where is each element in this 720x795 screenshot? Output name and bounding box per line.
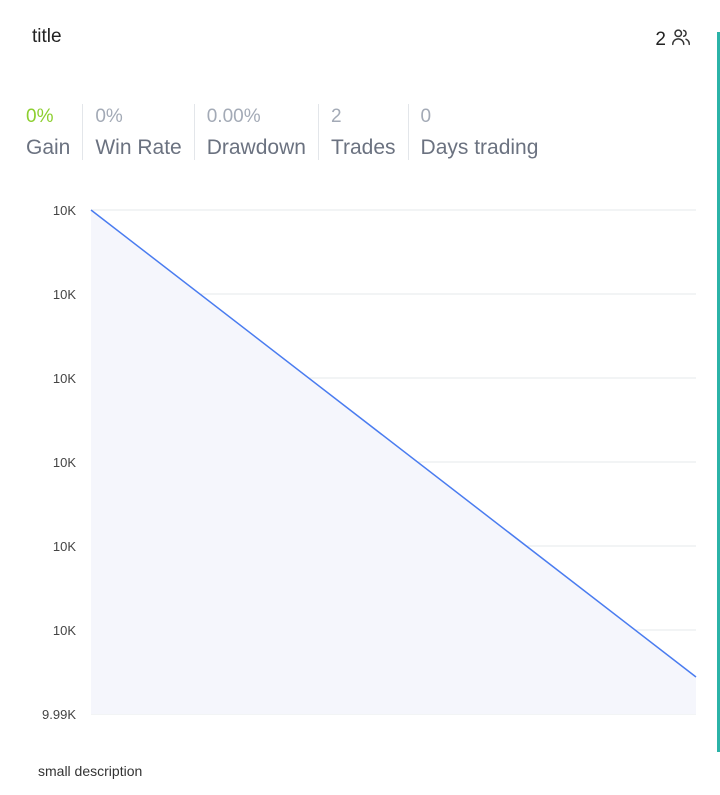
stat-label: Gain: [26, 136, 71, 159]
stat-value: 0: [420, 106, 432, 127]
y-tick-label: 10K: [53, 539, 76, 554]
y-tick-label: 9.99K: [42, 707, 76, 722]
stat-trades: 2 Trades: [317, 104, 408, 160]
equity-chart-svg: 10K 10K 10K 10K 10K 10K 9.99K: [42, 203, 697, 722]
y-tick-label: 10K: [53, 623, 76, 638]
stats-row: 0% Gain 0% Win Rate 0.00% Drawdown 2 Tra…: [26, 104, 550, 160]
stat-label: Trades: [330, 136, 396, 159]
stat-label: Days trading: [420, 136, 539, 159]
stat-label: Drawdown: [206, 136, 306, 159]
card-description: small description: [38, 763, 143, 779]
equity-chart: 10K 10K 10K 10K 10K 10K 9.99K: [0, 190, 716, 730]
stat-value: 0.00%: [206, 106, 261, 127]
y-tick-label: 10K: [53, 371, 76, 386]
users-icon: [670, 26, 692, 54]
y-tick-label: 10K: [53, 203, 76, 218]
y-tick-label: 10K: [53, 455, 76, 470]
stat-win-rate: 0% Win Rate: [82, 104, 193, 160]
stat-gain: 0% Gain: [26, 104, 82, 160]
card-title: title: [32, 26, 62, 47]
stat-days-trading: 0 Days trading: [407, 104, 551, 160]
member-count-value: 2: [655, 29, 666, 50]
member-count[interactable]: 2: [655, 26, 692, 54]
account-card: title 2 0% Gain 0% Win Rate 0.00% Drawdo: [0, 0, 716, 795]
stat-value: 2: [330, 106, 342, 127]
y-tick-label: 10K: [53, 287, 76, 302]
card-header: title 2: [32, 26, 692, 52]
stat-value: 0%: [26, 106, 54, 127]
stat-drawdown: 0.00% Drawdown: [193, 104, 318, 160]
stat-label: Win Rate: [95, 136, 182, 159]
stat-value: 0%: [95, 106, 123, 127]
